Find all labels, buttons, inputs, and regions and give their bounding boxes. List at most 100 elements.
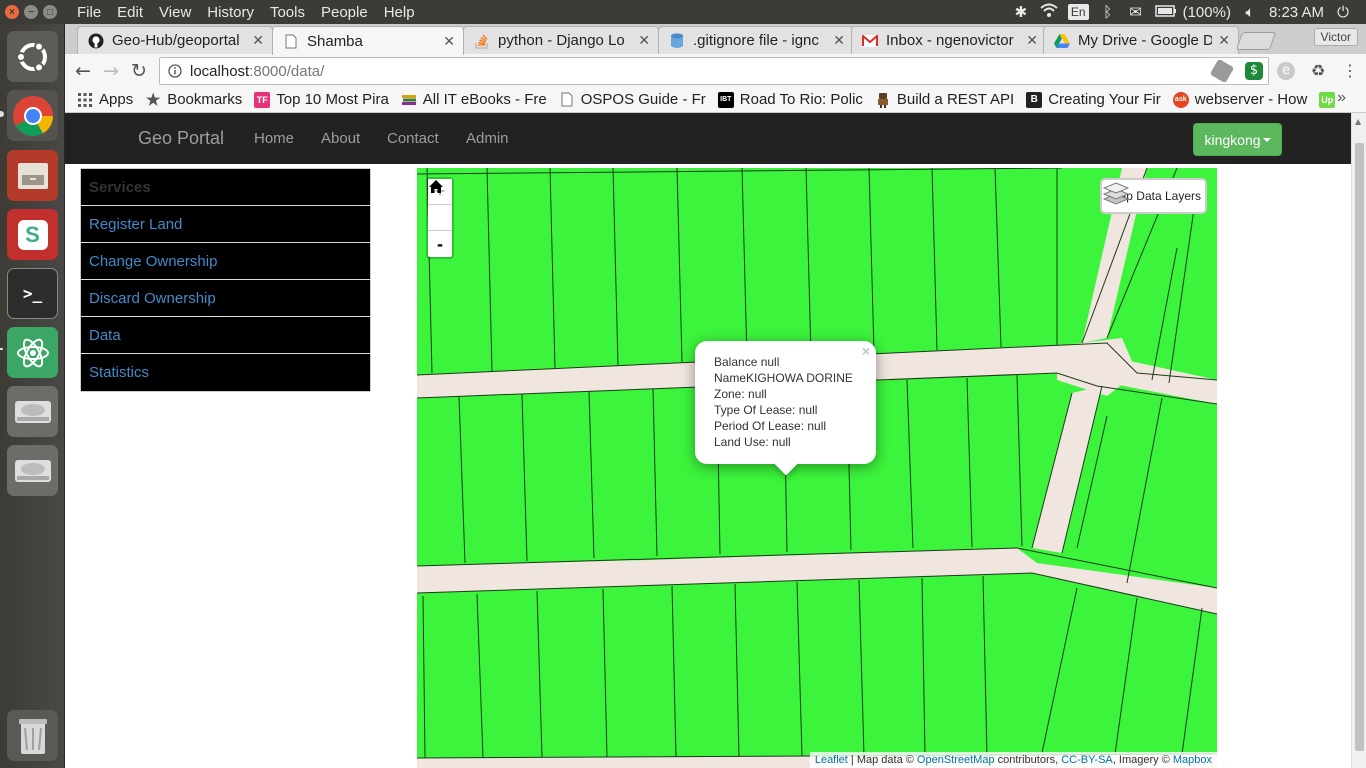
gmail-icon: [862, 33, 878, 49]
menu-history[interactable]: History: [199, 4, 262, 21]
scroll-up-icon[interactable]: ▲: [1355, 117, 1361, 126]
nav-about[interactable]: About: [321, 130, 360, 147]
sidebar-item-change-ownership[interactable]: Change Ownership: [81, 243, 370, 280]
parcel-map-layer[interactable]: [417, 168, 1217, 768]
nav-admin[interactable]: Admin: [466, 130, 509, 147]
sidebar-item-statistics[interactable]: Statistics: [81, 354, 370, 391]
nav-home[interactable]: Home: [254, 130, 294, 147]
zoom-out-button[interactable]: -: [428, 231, 452, 257]
bookmark-it-ebooks[interactable]: All IT eBooks - Fre: [401, 91, 547, 108]
close-tab-icon[interactable]: ✕: [1026, 32, 1038, 49]
tab-gmail[interactable]: Inbox - ngenovictor ✕: [851, 26, 1047, 54]
window-maximize-icon[interactable]: □: [43, 5, 57, 19]
page-scrollbar[interactable]: ▲: [1351, 113, 1366, 768]
wifi-icon[interactable]: [1040, 3, 1058, 21]
running-indicator: [0, 348, 3, 350]
bookmark-road-to-rio[interactable]: IBT Road To Rio: Polic: [717, 91, 863, 108]
disk-drive-icon[interactable]: [7, 386, 58, 437]
tab-title: python - Django Lo: [498, 32, 625, 49]
user-dropdown-button[interactable]: kingkong: [1193, 123, 1282, 156]
sidebar-item-register-land[interactable]: Register Land: [81, 206, 370, 243]
extension-recycle-icon[interactable]: ♻: [1309, 61, 1327, 80]
sidebar-item-data[interactable]: Data: [81, 317, 370, 354]
disk-drive-icon[interactable]: [7, 445, 58, 496]
tab-title: Inbox - ngenovictor: [886, 32, 1014, 49]
bookmark-rest-api[interactable]: Build a REST API: [875, 91, 1014, 108]
leaflet-link[interactable]: Leaflet: [815, 754, 848, 766]
tab-gitignore[interactable]: .gitignore file - ignc ✕: [658, 26, 854, 54]
chrome-icon[interactable]: [7, 90, 58, 141]
close-tab-icon[interactable]: ✕: [443, 33, 455, 50]
bookmark-webserver[interactable]: ask webserver - How: [1172, 91, 1307, 108]
site-brand[interactable]: Geo Portal: [138, 128, 224, 149]
bookmark-apps[interactable]: Apps: [77, 91, 133, 108]
layers-control[interactable]: Map Data Layers: [1099, 178, 1207, 214]
osm-link[interactable]: OpenStreetMap: [917, 754, 995, 766]
extension-cube-icon[interactable]: [1209, 58, 1235, 83]
profile-name[interactable]: Victor: [1313, 28, 1358, 46]
menu-file[interactable]: File: [69, 4, 109, 21]
tab-shamba[interactable]: Shamba ✕: [272, 26, 464, 55]
close-tab-icon[interactable]: ✕: [833, 32, 845, 49]
extension-green-icon[interactable]: $: [1245, 61, 1263, 80]
input-language-indicator[interactable]: En: [1067, 4, 1089, 20]
window-close-icon[interactable]: ×: [5, 5, 19, 19]
file-manager-icon[interactable]: [7, 150, 58, 201]
home-button[interactable]: [428, 180, 452, 231]
nav-contact[interactable]: Contact: [387, 130, 439, 147]
bookmark-label: Creating Your Fir: [1048, 91, 1161, 108]
forward-arrow-icon[interactable]: →: [97, 60, 125, 82]
leaflet-map[interactable]: + - Map Data Layers × Balance null NameK…: [417, 168, 1217, 768]
stackoverflow-icon: [474, 33, 490, 49]
sidebar-item-discard-ownership[interactable]: Discard Ownership: [81, 280, 370, 317]
back-arrow-icon[interactable]: ←: [69, 60, 97, 82]
menu-tools[interactable]: Tools: [262, 4, 313, 21]
close-tab-icon[interactable]: ✕: [638, 32, 650, 49]
chrome-menu-icon[interactable]: ⋮: [1341, 61, 1359, 80]
close-tab-icon[interactable]: ✕: [252, 32, 264, 49]
bookmark-bookmarks[interactable]: ★ Bookmarks: [145, 91, 242, 109]
settings-gear-icon[interactable]: ✱: [1012, 3, 1030, 21]
terminal-icon[interactable]: >_: [7, 268, 58, 319]
bookmark-top10[interactable]: TF Top 10 Most Pira: [254, 91, 389, 108]
extension-e-icon[interactable]: e: [1277, 61, 1295, 80]
atom-editor-icon[interactable]: [7, 327, 58, 378]
google-drive-icon: [1054, 33, 1070, 49]
tab-title: My Drive - Google D: [1078, 32, 1213, 49]
system-top-bar: × − □ File Edit View History Tools Peopl…: [0, 0, 1366, 24]
window-minimize-icon[interactable]: −: [24, 5, 38, 19]
trash-icon[interactable]: [7, 710, 58, 761]
mapbox-link[interactable]: Mapbox: [1173, 754, 1212, 766]
volume-icon[interactable]: 🔈︎: [1241, 4, 1259, 21]
new-tab-button[interactable]: [1235, 32, 1277, 50]
info-icon[interactable]: [168, 64, 182, 78]
extensions-area: $ e ♻ ⋮: [1209, 54, 1359, 87]
bluetooth-icon[interactable]: ᛒ: [1099, 4, 1117, 21]
tab-google-drive[interactable]: My Drive - Google D ✕: [1043, 26, 1239, 54]
mail-icon[interactable]: ✉: [1127, 3, 1145, 21]
power-icon[interactable]: ⏻: [1334, 4, 1352, 21]
unity-launcher: S >_: [0, 24, 65, 768]
clock[interactable]: 8:23 AM: [1269, 4, 1324, 21]
page-icon: [283, 33, 299, 49]
address-bar[interactable]: localhost:8000/data/ ☆: [159, 57, 1269, 85]
battery-icon[interactable]: [1154, 4, 1176, 21]
caret-down-icon: [1262, 137, 1271, 142]
tab-stackoverflow[interactable]: python - Django Lo ✕: [463, 26, 659, 54]
bookmarks-overflow-icon[interactable]: »: [1337, 89, 1346, 107]
bookmark-ospos[interactable]: OSPOS Guide - Fr: [559, 91, 706, 108]
menu-people[interactable]: People: [313, 4, 376, 21]
scrollbar-thumb[interactable]: [1355, 143, 1364, 751]
slack-icon[interactable]: S: [7, 209, 58, 260]
close-tab-icon[interactable]: ✕: [1218, 32, 1230, 49]
bookmark-creating[interactable]: B Creating Your Fir: [1026, 91, 1161, 108]
menu-view[interactable]: View: [151, 4, 199, 21]
menu-help[interactable]: Help: [376, 4, 423, 21]
license-link[interactable]: CC-BY-SA: [1061, 754, 1113, 766]
menu-edit[interactable]: Edit: [109, 4, 151, 21]
github-icon: [88, 33, 104, 49]
reload-icon[interactable]: ↻: [125, 60, 153, 82]
browser-toolbar: ← → ↻ localhost:8000/data/ ☆ $ e ♻ ⋮: [65, 54, 1366, 87]
tab-geo-hub[interactable]: Geo-Hub/geoportal ✕: [77, 26, 273, 54]
ubuntu-dash-icon[interactable]: [7, 31, 58, 82]
